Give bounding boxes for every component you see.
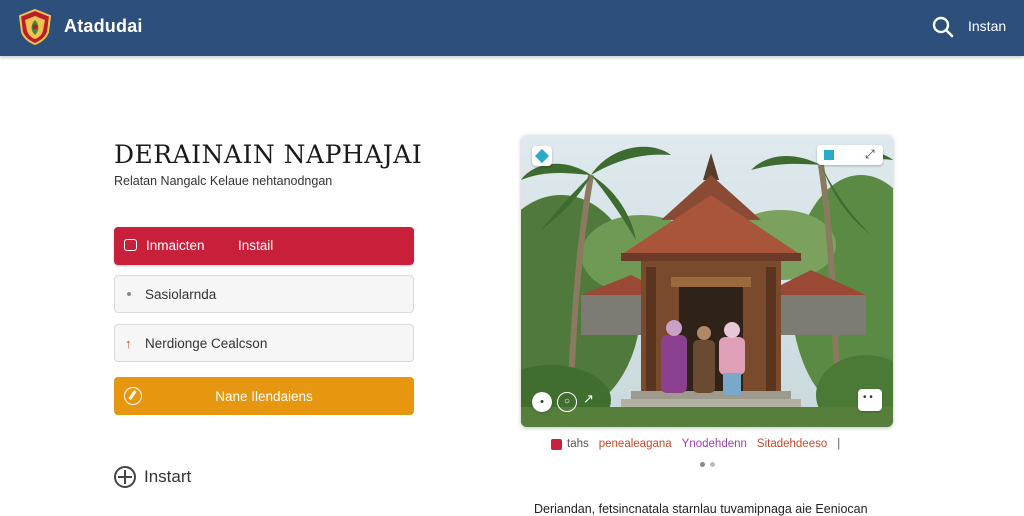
install-link-label: Instart: [144, 467, 192, 486]
bullet-icon: [127, 292, 131, 296]
tag-icon: [551, 438, 562, 450]
caption-5: |: [837, 438, 841, 450]
header-link[interactable]: Instan: [968, 18, 1006, 34]
caption-3[interactable]: Ynodehdenn: [682, 438, 747, 450]
install-button-label: Instail: [238, 238, 274, 253]
photo-toolbar[interactable]: ⤢: [817, 145, 883, 165]
caption-2[interactable]: penealeagana: [599, 438, 672, 450]
option-button-1-label: Sasiolarnda: [145, 287, 217, 302]
app-title: Atadudai: [64, 16, 143, 36]
carousel-dot-active[interactable]: [700, 462, 705, 467]
caption-4[interactable]: Sitadehdeeso: [757, 438, 827, 450]
option-button-1[interactable]: Sasiolarnda: [114, 275, 414, 313]
cta-button[interactable]: Nane Ilendaiens: [114, 377, 414, 415]
hero-photo[interactable]: ⤢ • ○ ↗: [521, 135, 893, 427]
install-button[interactable]: Inmaicten Instail: [114, 227, 414, 265]
option-button-2[interactable]: ↑ Nerdionge Cealcson: [114, 324, 414, 362]
page-subtitle: Relatan Nangalc Kelaue nehtanodngan: [114, 174, 333, 188]
marker-icon: ↑: [125, 336, 132, 351]
info-icon[interactable]: •: [532, 392, 552, 412]
expand-icon[interactable]: ⤢: [865, 147, 875, 162]
more-icon[interactable]: [858, 389, 882, 411]
install-button-prefix: Inmaicten: [146, 238, 205, 253]
window-icon: [124, 239, 137, 251]
globe-icon: [114, 466, 136, 488]
install-link[interactable]: Instart: [114, 466, 191, 488]
photo-caption-row: tahs penealeagana Ynodehdenn Sitadehdees…: [551, 438, 850, 450]
share-icon[interactable]: ↗: [583, 391, 594, 407]
play-icon[interactable]: ○: [557, 392, 577, 412]
temple-photo-illustration: [521, 135, 893, 427]
option-button-2-label: Nerdionge Cealcson: [145, 336, 268, 351]
bottom-description: Deriandan, fetsincnatala starnlau tuvami…: [534, 502, 868, 516]
carousel-dot[interactable]: [710, 462, 715, 467]
cta-button-label: Nane Ilendaiens: [215, 389, 313, 404]
photo-tag-icon: [824, 150, 834, 160]
photo-tag-icon[interactable]: [532, 146, 552, 166]
search-icon[interactable]: [930, 14, 956, 40]
caption-1[interactable]: tahs: [567, 438, 589, 450]
page-title: DERAINAIN NAPHAJAI: [114, 140, 423, 169]
crest-logo-icon[interactable]: [17, 8, 53, 46]
carousel-dots[interactable]: [700, 462, 715, 467]
top-navbar: Atadudai Instan: [0, 0, 1024, 56]
